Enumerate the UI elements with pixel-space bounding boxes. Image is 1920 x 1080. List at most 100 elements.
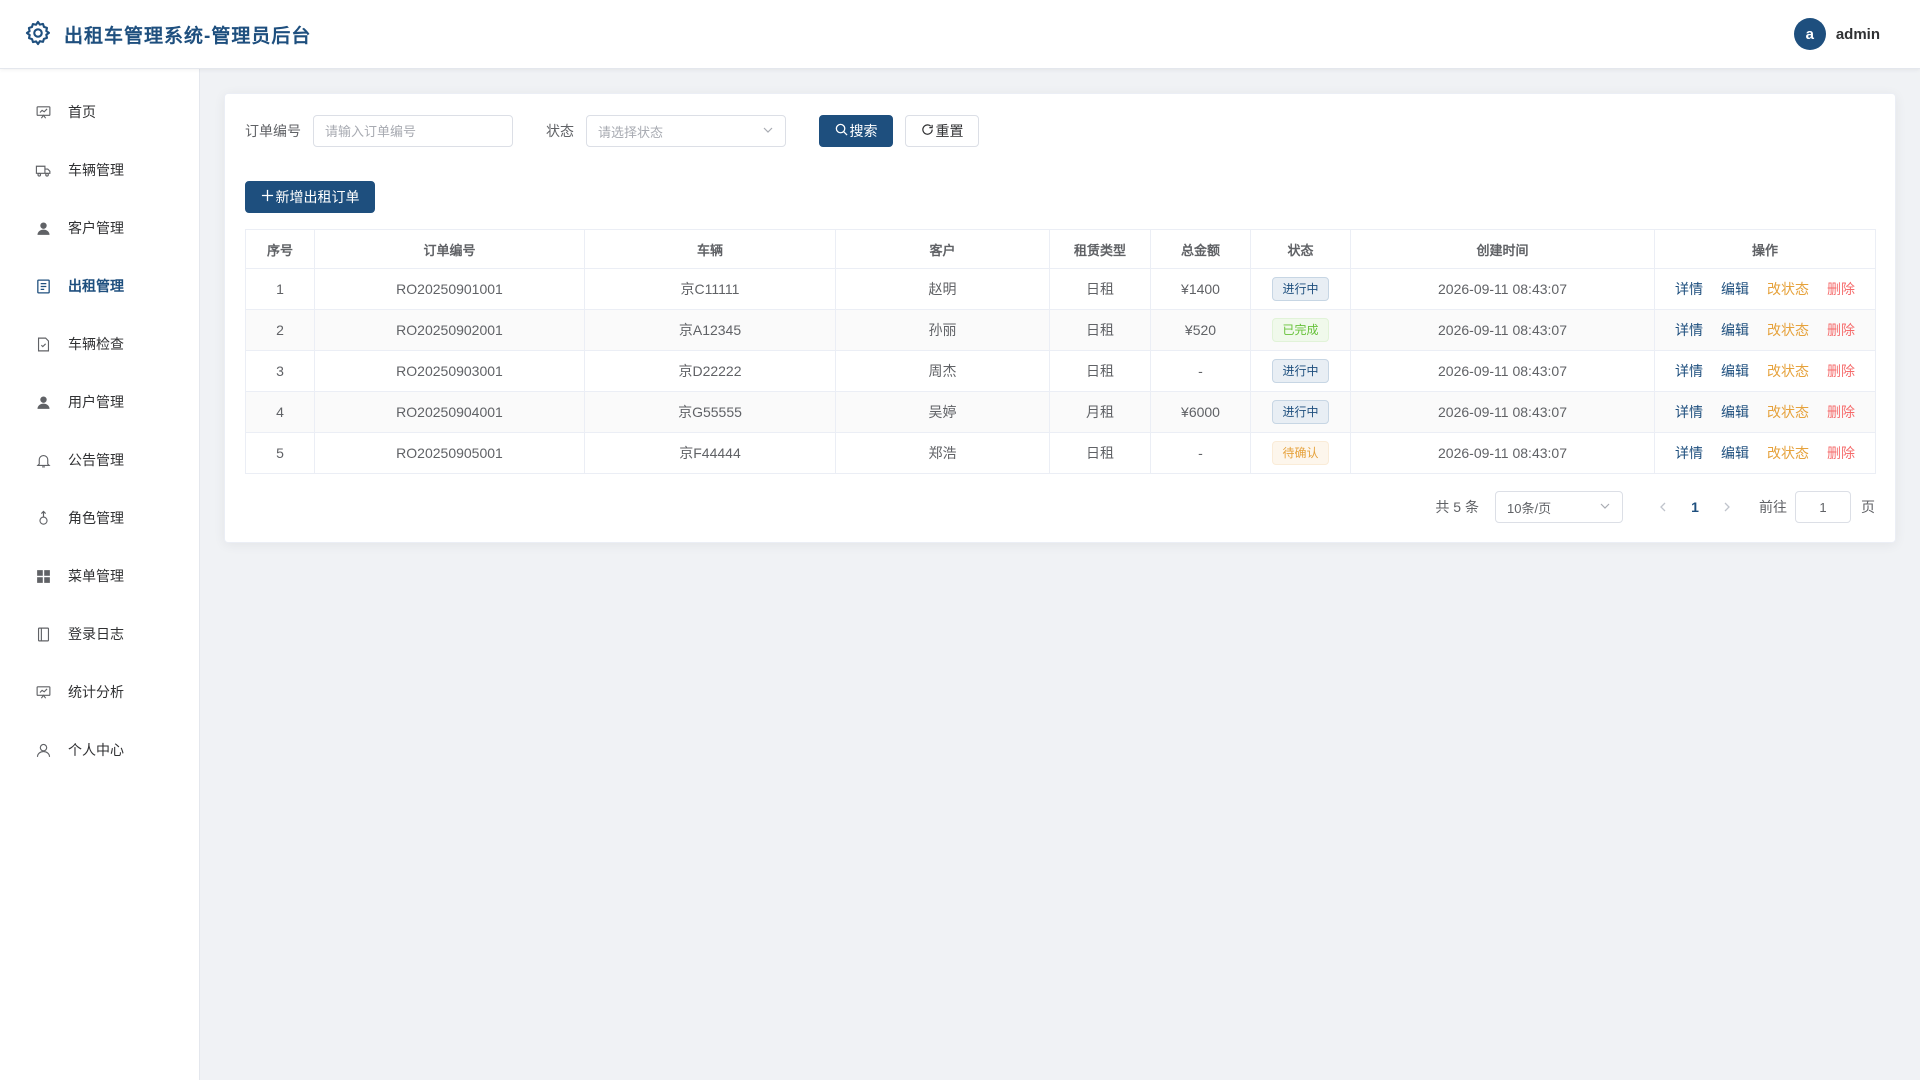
rental-type-cell: 日租 (1049, 432, 1151, 474)
created-time-cell: 2026-09-11 08:43:07 (1350, 309, 1655, 351)
dashboard-icon (34, 103, 52, 121)
page-size-select[interactable]: 10条/页 (1495, 491, 1623, 523)
username[interactable]: admin (1836, 26, 1880, 43)
status-cell: 待确认 (1250, 432, 1351, 474)
user-icon (34, 219, 52, 237)
sidebar-item-label: 角色管理 (68, 510, 124, 526)
change-status-link[interactable]: 改状态 (1767, 320, 1809, 340)
amount-cell: ¥520 (1150, 309, 1251, 351)
table-row: 2 RO20250902001 京A12345 孙丽 日租 ¥520 已完成 2… (245, 309, 1876, 351)
row-index: 2 (245, 309, 315, 351)
edit-link[interactable]: 编辑 (1721, 361, 1749, 381)
sidebar-item-roles[interactable]: 角色管理 (0, 489, 199, 547)
sidebar-item-home[interactable]: 首页 (0, 83, 199, 141)
avatar[interactable]: a (1793, 18, 1826, 50)
user-menu[interactable]: a admin (1793, 18, 1880, 50)
status-cell: 进行中 (1250, 391, 1351, 433)
detail-link[interactable]: 详情 (1675, 361, 1703, 381)
page-size-value: 10条/页 (1507, 500, 1552, 516)
bell-icon (34, 451, 52, 469)
amount-cell: - (1150, 350, 1251, 392)
change-status-link[interactable]: 改状态 (1767, 361, 1809, 381)
sidebar-item-users[interactable]: 用户管理 (0, 373, 199, 431)
delete-link[interactable]: 删除 (1827, 361, 1855, 381)
sidebar-item-rentals[interactable]: 出租管理 (0, 257, 199, 315)
sidebar-item-label: 登录日志 (68, 626, 124, 642)
sidebar-item-profile[interactable]: 个人中心 (0, 721, 199, 779)
prev-page-button[interactable] (1647, 491, 1679, 523)
order-no-cell: RO20250902001 (314, 309, 585, 351)
sidebar-item-inspections[interactable]: 车辆检查 (0, 315, 199, 373)
order-no-field[interactable] (313, 115, 513, 147)
sidebar-item-label: 客户管理 (68, 220, 124, 236)
next-page-button[interactable] (1711, 491, 1743, 523)
total-count: 共 5 条 (1435, 499, 1479, 515)
created-time-cell: 2026-09-11 08:43:07 (1350, 268, 1655, 310)
detail-link[interactable]: 详情 (1675, 443, 1703, 463)
sidebar-item-login-logs[interactable]: 登录日志 (0, 605, 199, 663)
notebook-icon (34, 625, 52, 643)
chevron-down-icon (762, 124, 774, 139)
order-no-cell: RO20250905001 (314, 432, 585, 474)
status-cell: 进行中 (1250, 268, 1351, 310)
customer-cell: 郑浩 (835, 432, 1050, 474)
edit-link[interactable]: 编辑 (1721, 279, 1749, 299)
column-header: 状态 (1250, 229, 1351, 269)
sidebar-item-label: 出租管理 (68, 278, 124, 294)
document-icon (34, 277, 52, 295)
chevron-down-icon (1599, 500, 1611, 515)
sidebar-item-vehicles[interactable]: 车辆管理 (0, 141, 199, 199)
vehicle-cell: 京G55555 (584, 391, 836, 433)
rental-type-cell: 日租 (1049, 309, 1151, 351)
sidebar-item-label: 用户管理 (68, 394, 124, 410)
status-select[interactable]: 请选择状态 (586, 115, 786, 147)
created-time-cell: 2026-09-11 08:43:07 (1350, 391, 1655, 433)
add-rental-order-button[interactable]: 新增出租订单 (245, 181, 375, 213)
search-button[interactable]: 搜索 (819, 115, 893, 147)
order-no-label: 订单编号 (245, 123, 301, 139)
goto-label: 前往 (1759, 499, 1787, 515)
detail-link[interactable]: 详情 (1675, 320, 1703, 340)
delete-link[interactable]: 删除 (1827, 320, 1855, 340)
pagination: 共 5 条 10条/页 1 前往 页 (1435, 491, 1875, 523)
sidebar-item-announcements[interactable]: 公告管理 (0, 431, 199, 489)
reset-button[interactable]: 重置 (905, 115, 979, 147)
goto-page-input[interactable] (1795, 491, 1851, 523)
sidebar-item-statistics[interactable]: 统计分析 (0, 663, 199, 721)
goto-unit: 页 (1861, 499, 1875, 515)
user-outline-icon (34, 741, 52, 759)
delete-link[interactable]: 删除 (1827, 402, 1855, 422)
change-status-link[interactable]: 改状态 (1767, 402, 1809, 422)
delete-link[interactable]: 删除 (1827, 279, 1855, 299)
actions-cell: 详情 编辑 改状态 删除 (1654, 391, 1876, 433)
order-no-input[interactable] (325, 123, 501, 139)
detail-link[interactable]: 详情 (1675, 279, 1703, 299)
truck-icon (34, 161, 52, 179)
row-index: 5 (245, 432, 315, 474)
actions-cell: 详情 编辑 改状态 删除 (1654, 309, 1876, 351)
edit-link[interactable]: 编辑 (1721, 320, 1749, 340)
status-badge: 进行中 (1272, 359, 1329, 383)
page-number-current[interactable]: 1 (1679, 491, 1711, 523)
status-badge: 进行中 (1272, 400, 1329, 424)
status-label: 状态 (546, 123, 574, 139)
customer-cell: 赵明 (835, 268, 1050, 310)
edit-link[interactable]: 编辑 (1721, 443, 1749, 463)
chevron-right-icon (1724, 502, 1730, 512)
sidebar-item-label: 统计分析 (68, 684, 124, 700)
change-status-link[interactable]: 改状态 (1767, 279, 1809, 299)
created-time-cell: 2026-09-11 08:43:07 (1350, 350, 1655, 392)
search-button-label: 搜索 (849, 123, 878, 139)
sidebar-item-menus[interactable]: 菜单管理 (0, 547, 199, 605)
detail-link[interactable]: 详情 (1675, 402, 1703, 422)
change-status-link[interactable]: 改状态 (1767, 443, 1809, 463)
created-time-cell: 2026-09-11 08:43:07 (1350, 432, 1655, 474)
edit-link[interactable]: 编辑 (1721, 402, 1749, 422)
column-header: 租赁类型 (1049, 229, 1151, 269)
vehicle-cell: 京A12345 (584, 309, 836, 351)
brand: 出租车管理系统-管理员后台 (24, 19, 311, 50)
sidebar-item-customers[interactable]: 客户管理 (0, 199, 199, 257)
vehicle-cell: 京D22222 (584, 350, 836, 392)
delete-link[interactable]: 删除 (1827, 443, 1855, 463)
plus-icon (261, 189, 274, 205)
